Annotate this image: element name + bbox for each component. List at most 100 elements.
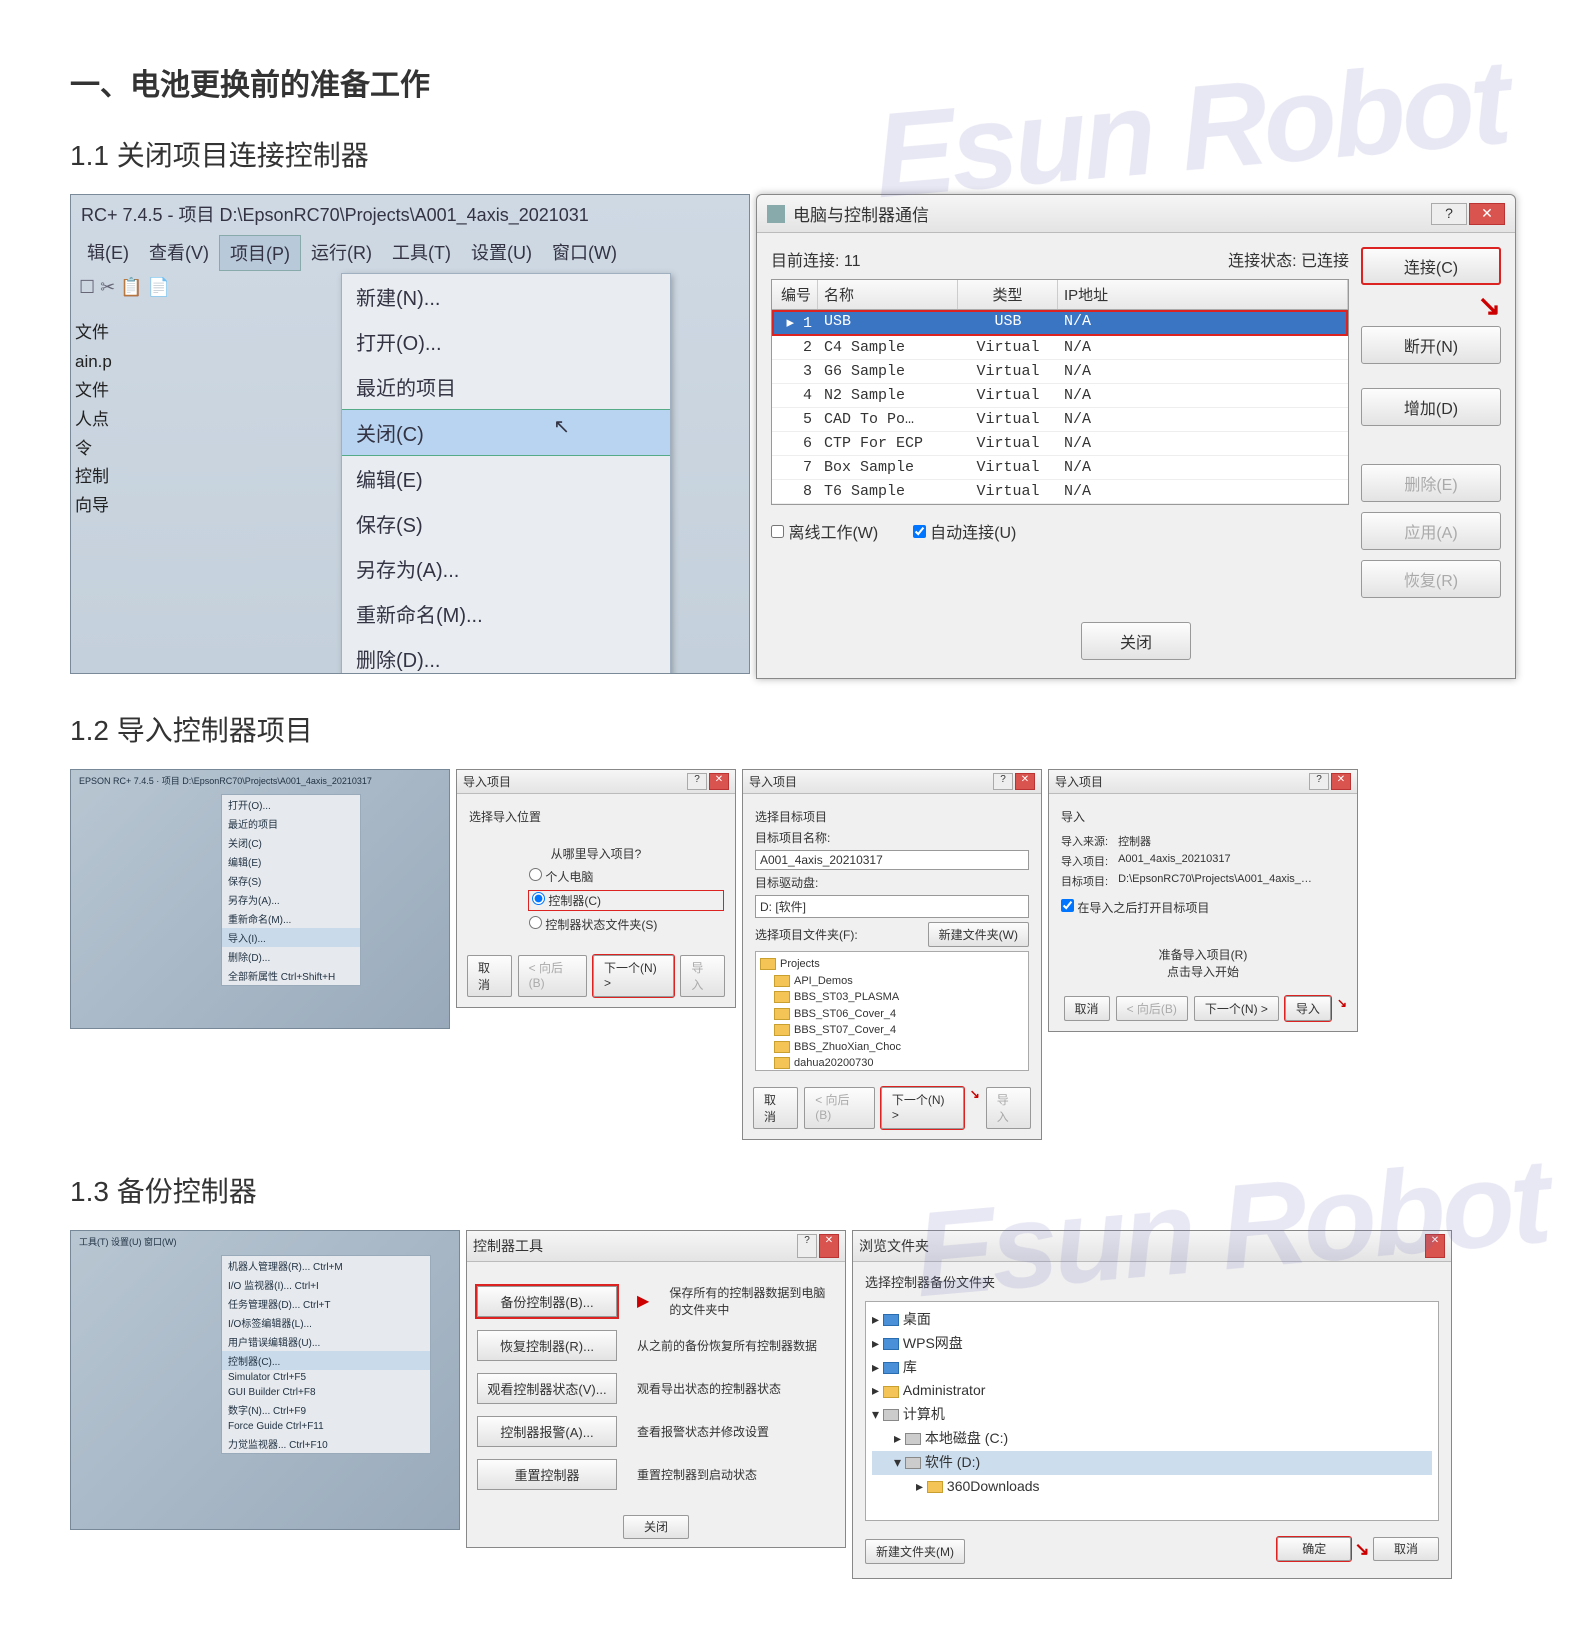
menu-item[interactable]: 关闭(C) [222, 833, 360, 852]
menu-item[interactable]: 打开(O)... [222, 795, 360, 814]
tree-item[interactable]: BBS_ST03_PLASMA [760, 989, 1024, 1006]
table-row[interactable]: ▸ 1USBUSBN/A [772, 310, 1348, 336]
tree-item[interactable]: BBS_ST06_Cover_4 [760, 1006, 1024, 1023]
open-after-checkbox[interactable]: 在导入之后打开目标项目 [1061, 899, 1345, 916]
dialog-button[interactable]: 增加(D) [1361, 388, 1501, 426]
menu-item[interactable]: 工具(T) [382, 235, 461, 271]
nav-button[interactable]: 下一个(N) > [881, 1087, 964, 1129]
menu-item[interactable]: I/O标签编辑器(L)... [222, 1313, 430, 1332]
tool-button[interactable]: 备份控制器(B)... [477, 1286, 617, 1317]
menu-item[interactable]: 另存为(A)... [222, 890, 360, 909]
table-row[interactable]: 6CTP For ECPVirtualN/A [772, 432, 1348, 456]
tree-item[interactable]: ain.p [75, 348, 177, 377]
close-icon[interactable]: ✕ [1015, 773, 1035, 790]
cancel-button[interactable]: 取消 [1373, 1537, 1439, 1561]
menu-item[interactable]: 力觉监视器... Ctrl+F10 [222, 1434, 430, 1453]
folder-item[interactable]: ▾ 软件 (D:) [872, 1451, 1432, 1475]
tool-button[interactable]: 控制器报警(A)... [477, 1416, 617, 1447]
dialog-button[interactable]: 连接(C) [1361, 247, 1501, 285]
nav-button[interactable]: 取消 [467, 955, 512, 997]
menu-item[interactable]: 关闭(C)↖ [342, 409, 670, 456]
dialog-button[interactable]: 断开(N) [1361, 326, 1501, 364]
autoconnect-checkbox[interactable]: 自动连接(U) [913, 525, 1017, 542]
menu-item[interactable]: 辑(E) [77, 235, 139, 271]
tree-item[interactable]: BBS_ZhuoXian_Choc [760, 1039, 1024, 1056]
folder-tree[interactable]: ProjectsAPI_DemosBBS_ST03_PLASMABBS_ST06… [755, 951, 1029, 1071]
tree-item[interactable]: dahua20200730 [760, 1055, 1024, 1071]
folder-item[interactable]: ▸ WPS网盘 [872, 1332, 1432, 1356]
close-icon[interactable]: ✕ [1425, 1234, 1445, 1258]
nav-button[interactable]: < 向后(B) [518, 955, 587, 997]
menu-item[interactable]: 数字(N)... Ctrl+F9 [222, 1400, 430, 1419]
menu-item[interactable]: 编辑(E) [342, 456, 670, 501]
tree-item[interactable]: Projects [760, 956, 1024, 973]
project-dropdown-thumb[interactable]: 打开(O)...最近的项目关闭(C)编辑(E)保存(S)另存为(A)...重新命… [221, 794, 361, 986]
menu-item[interactable]: 窗口(W) [542, 235, 627, 271]
tree-item[interactable]: 向导 [75, 492, 177, 521]
close-button[interactable]: 关闭 [1081, 622, 1191, 660]
nav-button[interactable]: 导入 [680, 955, 725, 997]
menubar[interactable]: 辑(E)查看(V)项目(P)运行(R)工具(T)设置(U)窗口(W) [71, 233, 749, 273]
folder-item[interactable]: ▸ 库 [872, 1356, 1432, 1380]
tool-button[interactable]: 观看控制器状态(V)... [477, 1373, 617, 1404]
table-row[interactable]: 5CAD To Po…VirtualN/A [772, 408, 1348, 432]
folder-item[interactable]: ▸ 360Downloads [872, 1475, 1432, 1499]
table-row[interactable]: 3G6 SampleVirtualN/A [772, 360, 1348, 384]
nav-button[interactable]: 取消 [1064, 996, 1110, 1021]
menu-item[interactable]: 编辑(E) [222, 852, 360, 871]
menu-item[interactable]: 打开(O)... [342, 319, 670, 364]
menu-item[interactable]: 重新命名(M)... [222, 909, 360, 928]
close-icon[interactable]: ✕ [1469, 203, 1505, 225]
menu-item[interactable]: 导入(I)... [222, 928, 360, 947]
tree-item[interactable]: 控制 [75, 463, 177, 492]
menu-item[interactable]: 删除(D)... [222, 947, 360, 966]
offline-checkbox[interactable]: 离线工作(W) [771, 525, 878, 542]
menu-item[interactable]: 项目(P) [219, 235, 301, 271]
menu-item[interactable]: 查看(V) [139, 235, 219, 271]
menu-item[interactable]: 保存(S) [342, 501, 670, 546]
tree-item[interactable]: 令 [75, 435, 177, 464]
project-name-input[interactable]: A001_4axis_20210317 [755, 850, 1029, 870]
menu-item[interactable]: GUI Builder Ctrl+F8 [222, 1385, 430, 1400]
menu-item[interactable]: 用户错误编辑器(U)... [222, 1332, 430, 1351]
help-button[interactable]: ? [797, 1234, 817, 1258]
radio-option[interactable]: 个人电脑 [529, 868, 723, 885]
menu-item[interactable]: I/O 监视器(I)... Ctrl+I [222, 1275, 430, 1294]
project-tree[interactable]: 文件ain.p文件人点令控制向导 [71, 315, 181, 525]
tree-item[interactable]: 文件 [75, 377, 177, 406]
tree-item[interactable]: BBS_ST07_Cover_4 [760, 1022, 1024, 1039]
menu-item[interactable]: Force Guide Ctrl+F11 [222, 1419, 430, 1434]
menu-item[interactable]: 最近的项目 [222, 814, 360, 833]
help-button[interactable]: ? [1431, 203, 1467, 225]
tree-item[interactable]: 人点 [75, 406, 177, 435]
new-folder-button[interactable]: 新建文件夹(W) [928, 922, 1029, 947]
menu-item[interactable]: 控制器(C)... [222, 1351, 430, 1370]
tree-item[interactable]: API_Demos [760, 973, 1024, 990]
menu-item[interactable]: 机器人管理器(R)... Ctrl+M [222, 1256, 430, 1275]
tools-dropdown-thumb[interactable]: 机器人管理器(R)... Ctrl+MI/O 监视器(I)... Ctrl+I任… [221, 1255, 431, 1454]
menu-item[interactable]: 设置(U) [461, 235, 542, 271]
menu-item[interactable]: Simulator Ctrl+F5 [222, 1370, 430, 1385]
menu-item[interactable]: 任务管理器(D)... Ctrl+T [222, 1294, 430, 1313]
help-button[interactable]: ? [687, 773, 707, 790]
new-folder-button[interactable]: 新建文件夹(M) [865, 1539, 965, 1564]
folder-item[interactable]: ▾ 计算机 [872, 1403, 1432, 1427]
nav-button[interactable]: < 向后(B) [804, 1087, 875, 1129]
folder-item[interactable]: ▸ Administrator [872, 1379, 1432, 1403]
radio-option[interactable]: 控制器(C) [529, 891, 723, 910]
menu-item[interactable]: 删除(D)... [342, 636, 670, 674]
menu-item[interactable]: 保存(S) [222, 871, 360, 890]
tool-button[interactable]: 重置控制器 [477, 1459, 617, 1490]
menu-item[interactable]: 另存为(A)... [342, 546, 670, 591]
close-icon[interactable]: ✕ [1331, 773, 1351, 790]
table-row[interactable]: 8T6 SampleVirtualN/A [772, 480, 1348, 504]
menu-item[interactable]: 新建(N)... [342, 274, 670, 319]
table-row[interactable]: 2C4 SampleVirtualN/A [772, 336, 1348, 360]
nav-button[interactable]: 导入 [986, 1087, 1031, 1129]
folder-tree[interactable]: ▸ 桌面▸ WPS网盘▸ 库▸ Administrator▾ 计算机▸ 本地磁盘… [865, 1301, 1439, 1521]
nav-button[interactable]: 取消 [753, 1087, 798, 1129]
folder-item[interactable]: ▸ 桌面 [872, 1308, 1432, 1332]
tool-button[interactable]: 恢复控制器(R)... [477, 1330, 617, 1361]
table-row[interactable]: 7Box SampleVirtualN/A [772, 456, 1348, 480]
menu-item[interactable]: 全部新属性 Ctrl+Shift+H [222, 966, 360, 985]
